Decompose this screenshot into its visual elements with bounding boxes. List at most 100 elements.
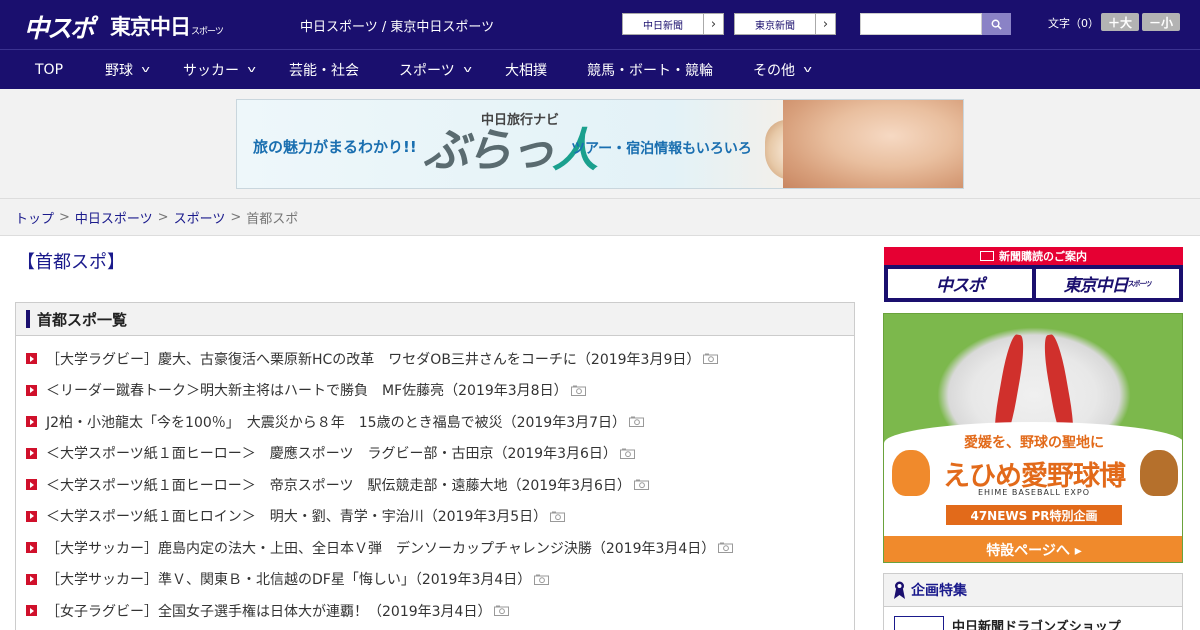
- feature-heading: 企画特集: [911, 583, 967, 599]
- camera-icon: [629, 416, 645, 428]
- nav-item-sports[interactable]: スポーツ v: [399, 50, 472, 90]
- article-list-item[interactable]: ［女子ラグビー］全国女子選手権は日体大が連覇！（2019年3月4日）: [16, 595, 854, 627]
- banner-right-text: ツアー・宿泊情報もいろいろ: [571, 141, 752, 157]
- article-list-item[interactable]: J2柏・小池龍太「今を100％」 大震災から８年 15歳のとき福島で被災（201…: [16, 406, 854, 438]
- nav-item-other[interactable]: その他 v: [753, 50, 812, 90]
- bullet-arrow-icon: [26, 510, 37, 522]
- breadcrumb-separator: >: [230, 209, 242, 225]
- subscription-heading: 新聞購読のご案内: [884, 247, 1183, 265]
- article-list-header: 首都スポ一覧: [16, 303, 854, 336]
- bullet-arrow-icon: [26, 479, 37, 491]
- camera-icon: [718, 542, 734, 554]
- article-list: ［大学ラグビー］慶大、古豪復活へ栗原新HCの改革 ワセダOB三井さんをコーチに（…: [16, 336, 854, 627]
- chevron-right-icon: ›: [703, 14, 723, 34]
- article-list-item[interactable]: ［大学ラグビー］慶大、古豪復活へ栗原新HCの改革 ワセダOB三井さんをコーチに（…: [16, 343, 854, 375]
- nav-item-racing[interactable]: 競馬・ボート・競輪: [587, 50, 713, 90]
- font-size-up-button[interactable]: ＋大: [1101, 13, 1139, 31]
- breadcrumb-sports-link[interactable]: スポーツ: [174, 208, 226, 227]
- article-list-heading: 首都スポ一覧: [37, 310, 128, 329]
- article-link[interactable]: ＜大学スポーツ紙１面ヒーロー＞ 慶應スポーツ ラグビー部・古田京（2019年3月…: [46, 443, 617, 463]
- chevron-down-icon: v: [247, 65, 256, 75]
- breadcrumb-separator: >: [157, 209, 169, 225]
- feature-box: 企画特集 中日新聞ドラゴンズショップ: [883, 573, 1183, 630]
- article-link[interactable]: ［大学サッカー］鹿島内定の法大・上田、全日本Ｖ弾 デンソーカップチャレンジ決勝（…: [46, 538, 715, 558]
- tokyo-shimbun-button[interactable]: 東京新聞 ›: [734, 13, 836, 35]
- camera-icon: [570, 385, 586, 396]
- search-icon: [991, 19, 1002, 30]
- article-link[interactable]: ［大学サッカー］準Ｖ、関東Ｂ・北信越のDF星「悔しい」（2019年3月4日）: [46, 569, 531, 589]
- bullet-arrow-icon: [26, 605, 37, 617]
- nav-item-soccer[interactable]: サッカー v: [183, 50, 256, 90]
- article-link[interactable]: ＜大学スポーツ紙１面ヒーロー＞ 帝京スポーツ 駅伝競走部・遠藤大地（2019年3…: [46, 475, 631, 495]
- camera-icon: [703, 353, 719, 365]
- chevron-right-icon: ›: [815, 14, 835, 34]
- ehime-baseball-expo-ad[interactable]: 愛媛を、野球の聖地に えひめ愛野球博 EHIME BASEBALL EXPO 4…: [883, 313, 1183, 563]
- article-list-box: 首都スポ一覧 ［大学ラグビー］慶大、古豪復活へ栗原新HCの改革 ワセダOB三井さ…: [15, 302, 855, 630]
- ad-cta-button[interactable]: 特設ページへ ▸: [884, 536, 1182, 562]
- chuspo-logo[interactable]: 中スポ: [24, 9, 95, 45]
- bullet-arrow-icon: [26, 416, 37, 428]
- font-size-label: 文字（0）: [1048, 17, 1099, 30]
- ad-subtitle: EHIME BASEBALL EXPO: [977, 488, 1091, 497]
- tokyo-logo-suffix: スポーツ: [191, 27, 224, 37]
- sub-logo-2-suffix: スポーツ: [1127, 279, 1153, 288]
- nav-item-baseball[interactable]: 野球 v: [105, 50, 150, 90]
- article-link[interactable]: ＜大学スポーツ紙１面ヒロイン＞ 明大・劉、青学・宇治川（2019年3月5日）: [46, 506, 547, 526]
- feature-item[interactable]: 中日新聞ドラゴンズショップ: [894, 616, 1121, 630]
- nav-label: TOP: [35, 62, 64, 78]
- woman-photo: [783, 100, 963, 188]
- ad-pr-label: 47NEWS PR特別企画: [946, 505, 1122, 525]
- breadcrumb-current: 首都スポ: [246, 211, 299, 227]
- breadcrumb: トップ > 中日スポーツ > スポーツ > 首都スポ: [0, 199, 1200, 236]
- tokyo-chunichi-logo[interactable]: 東京中日スポーツ: [110, 11, 224, 41]
- article-link[interactable]: ［女子ラグビー］全国女子選手権は日体大が連覇！（2019年3月4日）: [46, 601, 491, 621]
- nav-item-sumo[interactable]: 大相撲: [505, 50, 547, 90]
- article-list-item[interactable]: ＜大学スポーツ紙１面ヒーロー＞ 帝京スポーツ 駅伝競走部・遠藤大地（2019年3…: [16, 469, 854, 501]
- bullet-arrow-icon: [26, 384, 37, 396]
- nav-label: サッカー: [183, 63, 239, 79]
- banner-area: 旅の魅力がまるわかり!! ぶらっ人 中日旅行ナビ ツアー・宿泊情報もいろいろ: [0, 89, 1200, 199]
- sub-logo-2-text: 東京中日: [1063, 276, 1129, 296]
- article-list-item[interactable]: ＜大学スポーツ紙１面ヒロイン＞ 明大・劉、青学・宇治川（2019年3月5日）: [16, 501, 854, 533]
- top-header: 中スポ 東京中日スポーツ 中日スポーツ / 東京中日スポーツ 中日新聞 › 東京…: [0, 0, 1200, 49]
- camera-icon: [494, 605, 510, 617]
- camera-icon: [619, 448, 635, 459]
- bullet-arrow-icon: [26, 447, 37, 459]
- article-link[interactable]: ＜リーダー蹴春トーク＞明大新主将はハートで勝負 MF佐藤亮（2019年3月8日）: [46, 380, 568, 400]
- nav-label: 野球: [105, 63, 133, 79]
- bullet-arrow-icon: [26, 542, 37, 554]
- chunichi-shimbun-button[interactable]: 中日新聞 ›: [622, 13, 724, 35]
- travel-navi-banner-ad[interactable]: 旅の魅力がまるわかり!! ぶらっ人 中日旅行ナビ ツアー・宿泊情報もいろいろ: [236, 99, 964, 189]
- font-size-down-button[interactable]: －小: [1142, 13, 1180, 31]
- article-link[interactable]: J2柏・小池龍太「今を100％」 大震災から８年 15歳のとき福島で被災（201…: [46, 412, 626, 432]
- banner-logo-a: ぶらっ: [423, 123, 555, 177]
- banner-navi-label: 中日旅行ナビ: [481, 113, 560, 128]
- nav-item-entertainment[interactable]: 芸能・社会: [289, 50, 359, 90]
- bullet-arrow-icon: [26, 353, 37, 365]
- article-list-item[interactable]: ［大学サッカー］準Ｖ、関東Ｂ・北信越のDF星「悔しい」（2019年3月4日）: [16, 564, 854, 596]
- banner-left-text: 旅の魅力がまるわかり!!: [253, 138, 417, 156]
- search-input[interactable]: [860, 13, 982, 35]
- breadcrumb-separator: >: [59, 209, 70, 225]
- chevron-down-icon: v: [141, 65, 150, 75]
- article-link[interactable]: ［大学ラグビー］慶大、古豪復活へ栗原新HCの改革 ワセダOB三井さんをコーチに（…: [46, 349, 700, 369]
- site-title: 中日スポーツ / 東京中日スポーツ: [300, 20, 495, 35]
- breadcrumb-chunichi-sports-link[interactable]: 中日スポーツ: [75, 208, 153, 227]
- ad-tagline: 愛媛を、野球の聖地に: [964, 435, 1104, 451]
- main-content: 【首都スポ】 首都スポ一覧 ［大学ラグビー］慶大、古豪復活へ栗原新HCの改革 ワ…: [0, 236, 1200, 630]
- chevron-down-icon: v: [803, 65, 812, 75]
- feature-header: 企画特集: [884, 574, 1182, 607]
- article-list-item[interactable]: ＜リーダー蹴春トーク＞明大新主将はハートで勝負 MF佐藤亮（2019年3月8日）: [16, 375, 854, 407]
- nav-label: その他: [753, 63, 795, 79]
- tokyo-logo-text: 東京中日: [110, 15, 191, 39]
- nav-item-top[interactable]: TOP: [35, 50, 63, 90]
- camera-icon: [633, 479, 649, 491]
- article-list-item[interactable]: ［大学サッカー］鹿島内定の法大・上田、全日本Ｖ弾 デンソーカップチャレンジ決勝（…: [16, 532, 854, 564]
- subscribe-tokyo-chunichi-button[interactable]: 東京中日 スポーツ: [1036, 269, 1179, 298]
- subscribe-chuspo-button[interactable]: 中スポ: [888, 269, 1032, 298]
- article-list-item[interactable]: ＜大学スポーツ紙１面ヒーロー＞ 慶應スポーツ ラグビー部・古田京（2019年3月…: [16, 438, 854, 470]
- breadcrumb-top-link[interactable]: トップ: [15, 208, 54, 227]
- search-button[interactable]: [982, 13, 1011, 35]
- main-nav: TOP 野球 v サッカー v 芸能・社会 スポーツ v 大相撲 競馬・ボート・…: [0, 49, 1200, 89]
- bullet-arrow-icon: [26, 573, 37, 585]
